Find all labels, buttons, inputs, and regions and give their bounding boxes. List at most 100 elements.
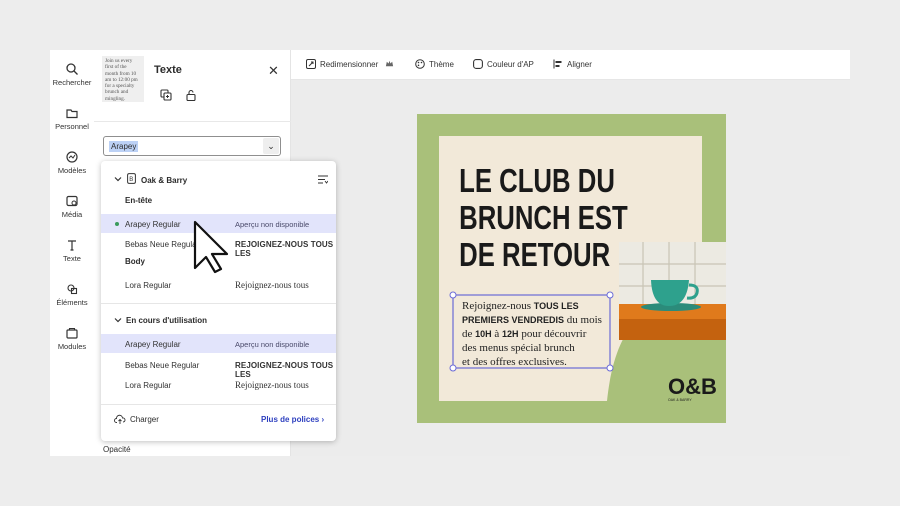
panel-title: Texte [154, 64, 182, 76]
more-fonts-label: Plus de polices [261, 415, 320, 424]
align-label: Aligner [567, 60, 592, 69]
cloud-upload-icon [114, 414, 126, 424]
body-line-5: et des offres exclusives. [462, 356, 567, 368]
font-option-preview: Rejoignez-nous tous [235, 280, 309, 290]
brand-color-button[interactable]: Couleur d'AP [473, 58, 534, 72]
close-icon[interactable]: ✕ [268, 63, 279, 79]
font-option-name: Bebas Neue Regular [125, 240, 200, 249]
rail-item-search[interactable]: Rechercher [50, 62, 94, 87]
align-button[interactable]: Aligner [553, 58, 592, 72]
duplicate-icon[interactable] [159, 88, 173, 102]
unlock-icon[interactable] [184, 88, 198, 102]
left-rail: Rechercher Personnel Modèles Média Texte… [50, 50, 94, 456]
body-bold-4: 12H [502, 329, 519, 339]
heading-section-label: En-tête [125, 196, 153, 205]
elements-icon [67, 284, 78, 295]
body-bold-2: PREMIERS VENDREDIS [462, 315, 564, 325]
resize-button[interactable]: Redimensionner [306, 58, 394, 72]
photo-counter-edge [619, 319, 726, 340]
dropdown-divider [101, 303, 336, 304]
poster-headline[interactable]: LE CLUB DU BRUNCH EST DE RETOUR ! [459, 163, 628, 274]
top-toolbar: Redimensionner Thème Couleur d'AP Aligne… [291, 50, 850, 80]
body-line-3: de 10H à 12H pour découvrir [462, 328, 587, 340]
resize-label: Redimensionner [320, 60, 379, 69]
in-use-font-arapey[interactable]: Arapey Regular Aperçu non disponible [101, 334, 336, 353]
font-select[interactable]: Arapey ⌄ [103, 136, 281, 156]
media-icon [66, 195, 78, 207]
search-icon [66, 63, 78, 75]
chevron-right-icon: › [321, 415, 325, 424]
body-line-2: PREMIERS VENDREDIS du mois [462, 314, 602, 326]
body-seg-5: pour découvrir [519, 328, 587, 340]
body-line-4: des menus spécial brunch [462, 342, 575, 354]
font-dropdown: B Oak & Barry En-tête Arapey Regular Ape… [101, 161, 336, 441]
rail-item-templates[interactable]: Modèles [50, 150, 94, 175]
rail-label-text: Texte [63, 254, 81, 263]
font-option-preview: Aperçu non disponible [235, 220, 310, 229]
rail-label-media: Média [61, 210, 83, 219]
coffee-photo[interactable] [619, 242, 726, 340]
svg-text:B: B [129, 177, 133, 183]
crown-icon [385, 60, 393, 67]
font-option-name: Lora Regular [125, 281, 172, 290]
font-option-name: Arapey Regular [125, 340, 181, 349]
theme-label: Thème [429, 60, 454, 69]
body-seg-1: Rejoignez-nous [462, 300, 534, 312]
panel-divider [94, 121, 291, 122]
body-line-1: Rejoignez-nous TOUS LES [462, 300, 579, 312]
resize-handle-bl[interactable] [449, 364, 457, 372]
rail-label-search: Rechercher [52, 78, 92, 87]
in-use-font-lora[interactable]: Lora Regular Rejoignez-nous tous [101, 375, 336, 394]
brand-kit-icon: B [127, 173, 136, 184]
resize-handle-tl[interactable] [449, 291, 457, 299]
filter-list-icon[interactable] [318, 175, 328, 184]
canvas-area: LE CLUB DU BRUNCH EST DE RETOUR ! Rejoig… [291, 80, 850, 456]
poster-logo-sub: OAK & BARRY [668, 398, 692, 402]
resize-icon [306, 59, 316, 69]
poster-logo: O&B [668, 374, 717, 399]
in-use-section-label: En cours d'utilisation [126, 316, 208, 325]
body-seg-3: de [462, 328, 475, 340]
font-option-lora[interactable]: Lora Regular Rejoignez-nous tous [101, 275, 336, 294]
upload-label: Charger [130, 415, 159, 424]
rail-label-modules: Modules [57, 342, 87, 351]
templates-icon [66, 151, 78, 163]
resize-handle-br[interactable] [606, 364, 614, 372]
in-use-font-bebas[interactable]: Bebas Neue Regular REJOIGNEZ-NOUS TOUS L… [101, 355, 336, 379]
body-bold-3: 10H [475, 329, 492, 339]
text-icon [68, 240, 76, 251]
font-option-preview: Aperçu non disponible [235, 340, 310, 349]
font-option-name: Arapey Regular [125, 220, 181, 229]
brand-color-label: Couleur d'AP [487, 60, 534, 69]
text-thumbnail[interactable]: Join us every first of the month from 10… [102, 56, 144, 102]
upload-button[interactable]: Charger [114, 413, 159, 427]
body-section-label: Body [125, 257, 145, 266]
chevron-down-icon[interactable] [114, 175, 122, 183]
dropdown-divider [101, 404, 336, 405]
rail-item-elements[interactable]: Éléments [50, 282, 94, 307]
rail-item-text[interactable]: Texte [50, 238, 94, 263]
chevron-down-icon[interactable] [114, 316, 122, 324]
brand-name: Oak & Barry [141, 176, 188, 185]
headline-line-3: DE RETOUR ! [459, 237, 626, 274]
resize-handle-tr[interactable] [606, 291, 614, 299]
rail-item-personal[interactable]: Personnel [50, 106, 94, 131]
font-option-preview: REJOIGNEZ-NOUS TOUS LES [235, 240, 334, 258]
body-bold-1: TOUS LES [534, 301, 579, 311]
mouse-cursor-icon [193, 220, 229, 274]
more-fonts-link[interactable]: Plus de polices › [261, 413, 324, 427]
rail-item-media[interactable]: Média [50, 194, 94, 219]
modules-icon [66, 327, 78, 339]
body-seg-2: du mois [564, 314, 602, 326]
rail-label-elements: Éléments [56, 298, 88, 307]
poster[interactable]: LE CLUB DU BRUNCH EST DE RETOUR ! Rejoig… [417, 114, 726, 423]
chevron-down-icon[interactable]: ⌄ [263, 138, 279, 154]
font-option-name: Lora Regular [125, 381, 172, 390]
rail-item-modules[interactable]: Modules [50, 326, 94, 351]
font-select-value: Arapey [109, 141, 139, 152]
opacity-label: Opacité [103, 445, 131, 454]
folder-icon [66, 109, 78, 119]
theme-button[interactable]: Thème [415, 58, 454, 72]
headline-line-1: LE CLUB DU [459, 163, 615, 200]
palette-icon [415, 59, 425, 69]
